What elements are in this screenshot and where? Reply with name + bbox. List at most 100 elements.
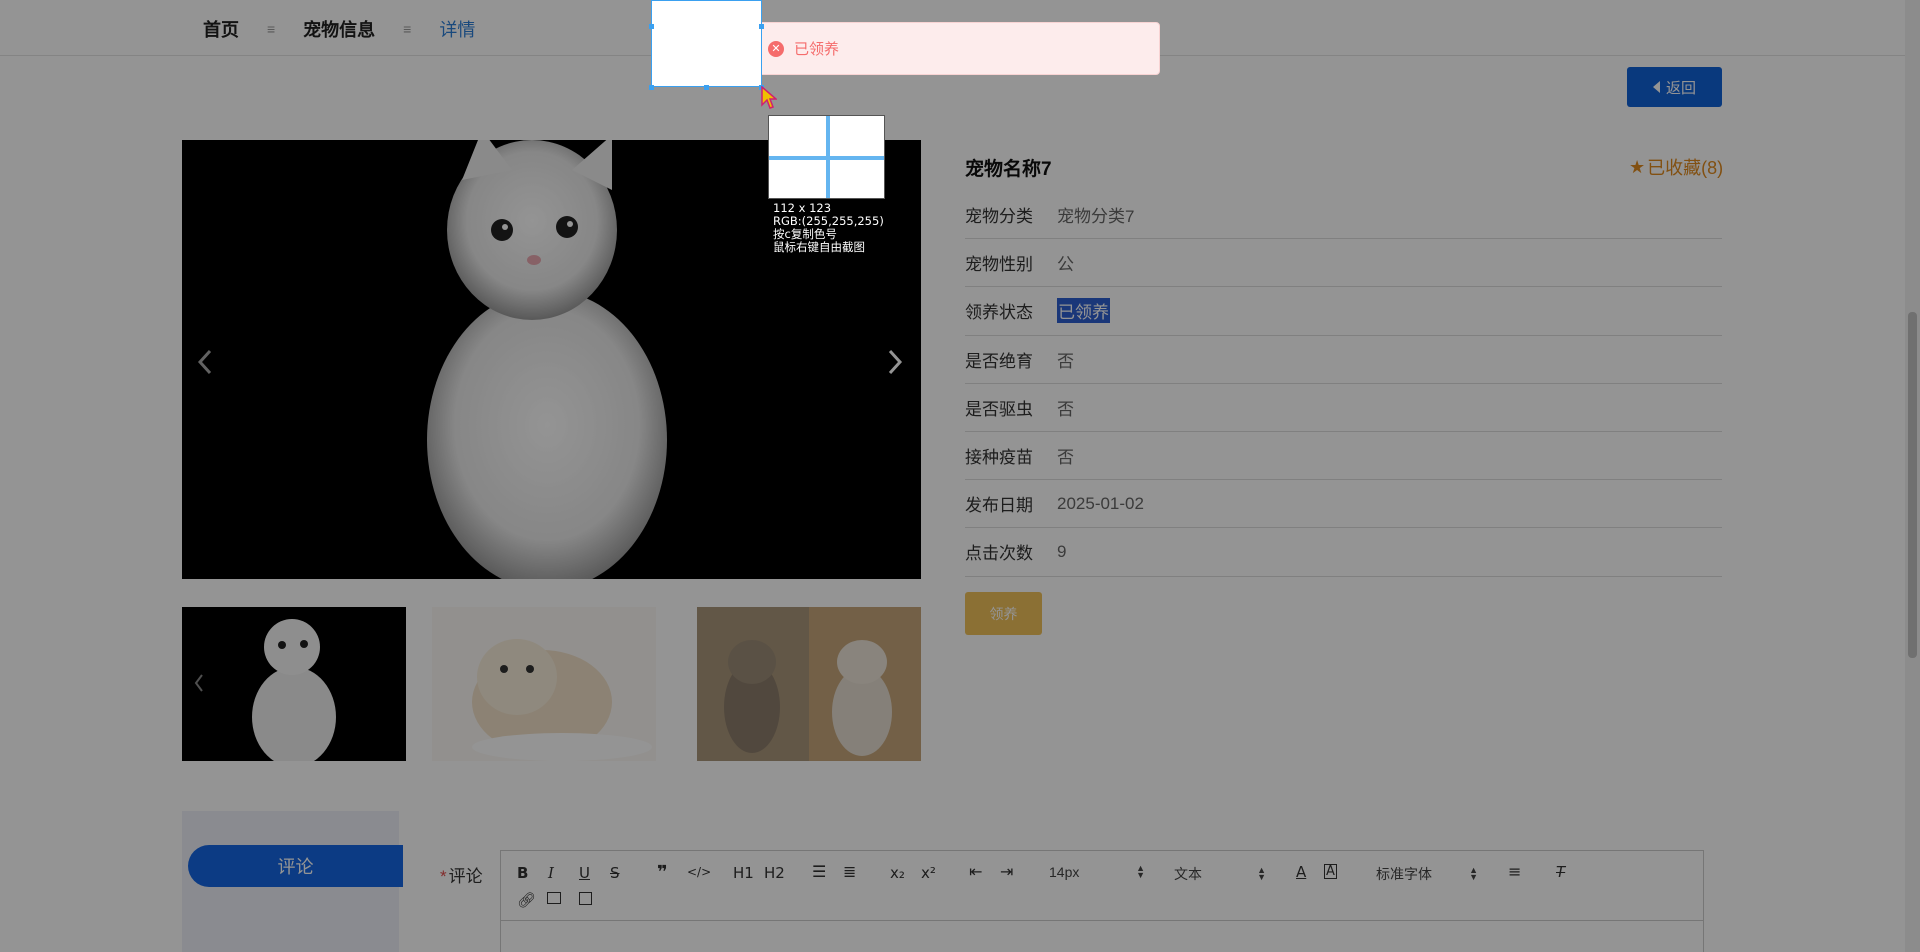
- error-toast: ✕ 已领养: [743, 22, 1160, 75]
- info-row-dewormed: 是否驱虫 否: [965, 384, 1722, 432]
- font-size-value: 14px: [1049, 864, 1080, 880]
- scrollbar-thumb[interactable]: [1908, 312, 1917, 658]
- selection-handle[interactable]: [704, 85, 709, 90]
- favorite-count: 已收藏(8): [1647, 158, 1724, 178]
- favorite-button[interactable]: ★ 已收藏(8): [1629, 154, 1723, 180]
- font-family-select[interactable]: 标准字体 ▲ ▼: [1376, 864, 1478, 884]
- info-label: 发布日期: [965, 496, 1033, 516]
- bullet-list-icon[interactable]: ≣: [843, 862, 856, 881]
- background-color-icon[interactable]: A: [1324, 864, 1337, 879]
- chevron-left-icon: [194, 674, 203, 692]
- code-block-button[interactable]: </>: [687, 865, 711, 879]
- strikethrough-button[interactable]: S: [610, 864, 620, 882]
- font-family-value: 标准字体: [1376, 866, 1432, 882]
- breadcrumb-pet-info[interactable]: 宠物信息: [303, 16, 375, 42]
- breadcrumb-home[interactable]: 首页: [203, 16, 239, 42]
- mouse-cursor-icon: [761, 86, 777, 109]
- info-label: 领养状态: [965, 303, 1033, 323]
- info-row-clicks: 点击次数 9: [965, 528, 1722, 577]
- crosshair-vertical: [826, 116, 830, 198]
- info-label: 是否驱虫: [965, 399, 1033, 419]
- comment-field-label: * 评论: [440, 862, 483, 887]
- info-label: 宠物性别: [965, 255, 1033, 275]
- error-circle-icon: ✕: [768, 40, 784, 57]
- align-icon[interactable]: ≡: [1508, 862, 1521, 881]
- info-label: 宠物分类: [965, 207, 1033, 227]
- info-value: 否: [1057, 351, 1074, 371]
- blockquote-button[interactable]: ❞: [657, 862, 668, 883]
- underline-button[interactable]: U: [579, 864, 590, 882]
- info-value-selected: 已领养: [1057, 298, 1110, 324]
- text-style-select[interactable]: 文本 ▲ ▼: [1174, 864, 1266, 884]
- hint-right-click-text: 鼠标右键自由截图: [773, 240, 865, 254]
- font-size-select[interactable]: 14px ▲ ▼: [1049, 863, 1145, 881]
- pet-name: 宠物名称7: [965, 159, 1052, 180]
- bold-button[interactable]: B: [517, 864, 528, 882]
- info-row-gender: 宠物性别 公: [965, 239, 1722, 288]
- editor-toolbar: B I U S ❞ </> H1 H2 ☰ ≣ x₂ x² ⇤ ⇥ 14px ▲…: [501, 851, 1703, 921]
- selection-handle[interactable]: [759, 24, 764, 29]
- indent-icon[interactable]: ⇥: [1000, 862, 1013, 881]
- image-icon[interactable]: [547, 892, 561, 904]
- italic-button[interactable]: I: [548, 864, 554, 882]
- star-icon: ★: [1629, 156, 1646, 177]
- selection-handle[interactable]: [649, 85, 654, 90]
- superscript-button[interactable]: x²: [921, 864, 936, 882]
- adopt-button[interactable]: 领养: [965, 592, 1042, 635]
- thumbnail-hamster[interactable]: [432, 607, 656, 761]
- subscript-button[interactable]: x₂: [890, 864, 905, 882]
- info-row-category: 宠物分类 宠物分类7: [965, 191, 1722, 240]
- pet-info-list: 宠物分类 宠物分类7 宠物性别 公 领养状态 已领养 是否绝育 否 是否驱虫 否…: [965, 191, 1722, 577]
- info-row-publish-date: 发布日期 2025-01-02: [965, 480, 1722, 529]
- thumbnail-prev-button[interactable]: [193, 673, 205, 693]
- kittens-thumbnail-image: [697, 607, 921, 761]
- link-icon[interactable]: 🔗︎: [517, 891, 536, 909]
- info-value: 否: [1057, 399, 1074, 419]
- color-magnifier: [768, 115, 885, 199]
- back-button[interactable]: 返回: [1627, 67, 1722, 107]
- text-style-value: 文本: [1174, 866, 1202, 882]
- rich-text-editor: B I U S ❞ </> H1 H2 ☰ ≣ x₂ x² ⇤ ⇥ 14px ▲…: [500, 850, 1704, 952]
- info-label: 是否绝育: [965, 351, 1033, 371]
- header2-button[interactable]: H2: [764, 864, 785, 882]
- chevron-right-icon: [888, 349, 903, 375]
- clear-format-icon[interactable]: T: [1556, 863, 1565, 881]
- outdent-icon[interactable]: ⇤: [969, 862, 982, 881]
- select-arrows-icon: ▲ ▼: [1257, 865, 1266, 882]
- breadcrumb: 首页 ≡ 宠物信息 ≡ 详情: [203, 16, 475, 42]
- info-value: 2025-01-02: [1057, 493, 1144, 513]
- breadcrumb-separator: ≡: [403, 21, 412, 37]
- info-row-vaccinated: 接种疫苗 否: [965, 432, 1722, 481]
- info-row-neutered: 是否绝育 否: [965, 336, 1722, 384]
- info-value: 公: [1057, 255, 1074, 275]
- carousel-prev-button[interactable]: [196, 348, 214, 376]
- required-mark: *: [440, 867, 447, 886]
- carousel-next-button[interactable]: [886, 348, 904, 376]
- select-arrows-icon: ▲ ▼: [1136, 863, 1145, 880]
- magnifier-info: 112 x 123 RGB:(255,255,255) 按c复制色号 鼠标右键自…: [773, 202, 884, 254]
- screenshot-selection[interactable]: [651, 0, 762, 87]
- selection-handle[interactable]: [649, 24, 654, 29]
- info-label: 点击次数: [965, 544, 1033, 564]
- info-value: 9: [1057, 541, 1067, 561]
- back-button-label: 返回: [1665, 79, 1696, 97]
- font-color-icon[interactable]: A: [1296, 863, 1306, 881]
- chevron-left-icon: [197, 349, 212, 375]
- hamster-thumbnail-image: [472, 639, 652, 761]
- info-value: 宠物分类7: [1057, 207, 1135, 227]
- caret-left-icon: [1652, 81, 1660, 93]
- info-label: 接种疫苗: [965, 448, 1033, 468]
- thumbnail-cat-white[interactable]: [182, 607, 406, 761]
- info-value: 否: [1057, 448, 1074, 468]
- white-cat-thumbnail-image: [252, 619, 336, 761]
- breadcrumb-detail[interactable]: 详情: [439, 16, 475, 42]
- white-cat-image: [427, 140, 667, 579]
- header1-button[interactable]: H1: [733, 864, 754, 882]
- comment-tab[interactable]: 评论: [188, 845, 403, 887]
- ordered-list-icon[interactable]: ☰: [812, 862, 826, 881]
- info-row-adopt-status: 领养状态 已领养: [965, 287, 1722, 336]
- thumbnail-kittens[interactable]: [697, 607, 921, 761]
- breadcrumb-separator: ≡: [267, 21, 276, 37]
- video-icon[interactable]: [579, 892, 592, 905]
- select-arrows-icon: ▲ ▼: [1469, 865, 1478, 882]
